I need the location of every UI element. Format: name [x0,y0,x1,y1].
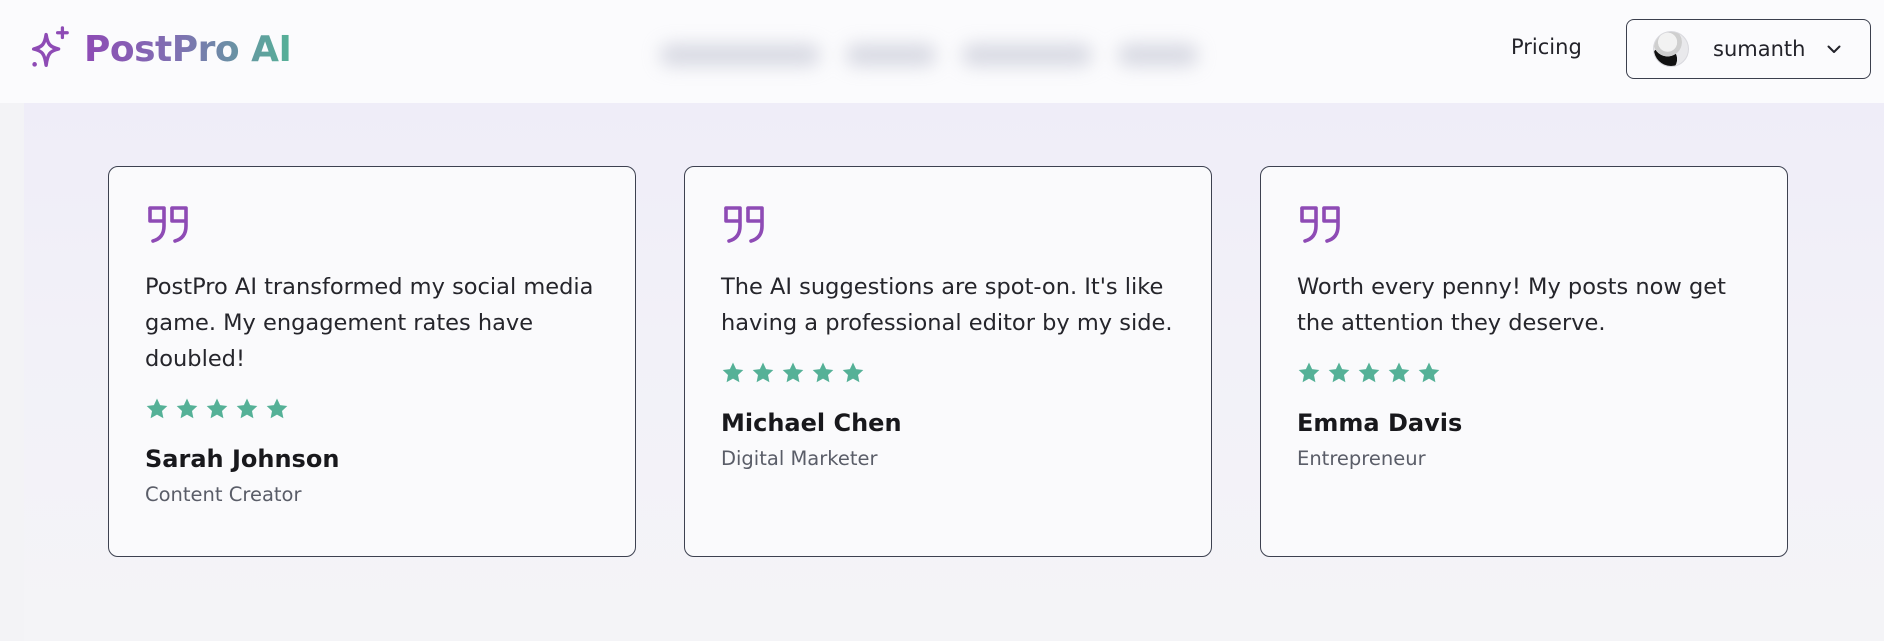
user-name: sumanth [1713,37,1806,61]
testimonial-role: Entrepreneur [1297,447,1426,470]
top-navbar: PostPro AI Pricing sumanth [0,0,1884,103]
star-icon [1298,362,1320,383]
quote-icon [1300,206,1340,243]
testimonial-author: Sarah Johnson [145,445,340,473]
testimonial-role: Content Creator [145,483,302,506]
sparkle-icon [31,26,69,68]
nav-link-pricing[interactable]: Pricing [1511,35,1582,59]
quote-icon [724,206,764,243]
testimonial-card: PostPro AI transformed my social media g… [108,166,636,557]
testimonial-role: Digital Marketer [721,447,878,470]
testimonial-card: Worth every penny! My posts now get the … [1260,166,1788,557]
chevron-down-icon [1827,45,1841,53]
star-icon [752,362,774,383]
star-icon [146,398,168,419]
star-icon [1418,362,1440,383]
star-icon [206,398,228,419]
star-icon [176,398,198,419]
star-icon [782,362,804,383]
quote-icon [148,206,188,243]
testimonial-quote: Worth every penny! My posts now get the … [1297,274,1726,336]
testimonial-card: The AI suggestions are spot-on. It's lik… [684,166,1212,557]
blurred-nav-links [660,44,1198,70]
star-rating [1297,361,1751,385]
star-icon [1328,362,1350,383]
star-icon [812,362,834,383]
brand-name: PostPro AI [84,28,292,70]
star-icon [236,398,258,419]
testimonial-quote: The AI suggestions are spot-on. It's lik… [721,274,1173,336]
brand-logo[interactable]: PostPro AI [26,26,292,72]
testimonial-author: Michael Chen [721,409,902,437]
star-icon [1358,362,1380,383]
testimonial-author: Emma Davis [1297,409,1463,437]
star-rating [145,397,599,421]
user-menu-button[interactable]: sumanth [1626,19,1871,79]
star-icon [842,362,864,383]
star-icon [1388,362,1410,383]
star-rating [721,361,1175,385]
star-icon [266,398,288,419]
avatar [1653,31,1689,67]
star-icon [722,362,744,383]
testimonial-quote: PostPro AI transformed my social media g… [145,274,594,372]
